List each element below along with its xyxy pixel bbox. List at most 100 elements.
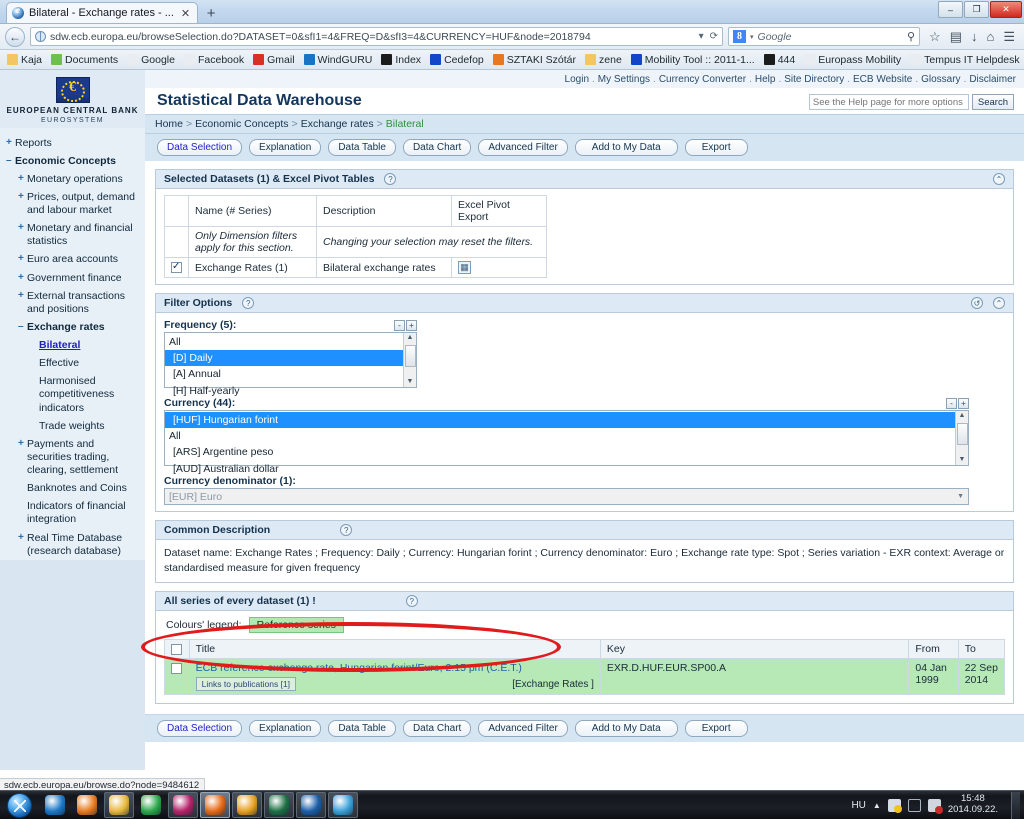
bookmark-item[interactable]: Google (124, 54, 178, 66)
taskbar-microsoft-outlook-icon[interactable] (232, 792, 262, 818)
toolbar-button-advanced-filter[interactable]: Advanced Filter (478, 139, 568, 156)
collapse-icon[interactable]: – (6, 155, 15, 168)
grow-button[interactable]: + (958, 398, 969, 409)
sidebar-item-indicators-of-financial-integration[interactable]: Indicators of financial integration (0, 498, 145, 529)
chevron-down-icon[interactable]: ▾ (699, 31, 704, 42)
maximize-button[interactable]: ❐ (964, 1, 989, 18)
breadcrumb-link-economic-concepts[interactable]: Economic Concepts (195, 118, 288, 130)
toolbar-button-data-selection[interactable]: Data Selection (157, 139, 243, 156)
sidebar-item-harmonised-competitiveness-indicators[interactable]: Harmonised competitiveness indicators (0, 373, 145, 417)
list-item[interactable]: All (165, 428, 968, 444)
bookmark-item[interactable]: SZTAKI Szótár (490, 54, 579, 66)
close-icon[interactable]: ✕ (179, 7, 192, 20)
bookmark-item[interactable]: Gmail (250, 54, 297, 66)
show-desktop-button[interactable] (1011, 791, 1020, 819)
language-indicator[interactable]: HU (851, 800, 865, 811)
dataset-checkbox[interactable] (171, 261, 182, 274)
sidebar-item-bilateral[interactable]: Bilateral (0, 337, 145, 355)
minimize-button[interactable]: – (938, 1, 963, 18)
taskbar-microsoft-word-icon[interactable] (296, 792, 326, 818)
shrink-button[interactable]: - (394, 320, 405, 331)
taskbar-google-chrome-icon[interactable] (136, 792, 166, 818)
reader-icon[interactable]: ▤ (950, 30, 962, 43)
sidebar-item-prices-output-demand-and-labour-market[interactable]: + Prices, output, demand and labour marke… (0, 188, 145, 219)
bookmark-item[interactable]: Tempus IT Helpdesk (907, 54, 1023, 66)
bookmark-item[interactable]: Cedefop (427, 54, 487, 66)
collapse-icon[interactable]: – (18, 321, 27, 334)
expand-icon[interactable]: + (6, 137, 15, 150)
sidebar-item-government-finance[interactable]: + Government finance (0, 269, 145, 287)
search-icon[interactable]: ⚲ (907, 30, 915, 43)
menu-icon[interactable]: ☰ (1003, 30, 1015, 43)
help-icon[interactable]: ? (405, 595, 418, 608)
toolbar-button-data-table[interactable]: Data Table (328, 720, 396, 738)
scroll-up-icon[interactable]: ▲ (407, 333, 414, 343)
topnav-link-currency-converter[interactable]: Currency Converter (659, 74, 746, 85)
list-item[interactable]: [AUD] Australian dollar (165, 461, 968, 477)
expand-icon[interactable]: + (18, 253, 27, 266)
breadcrumb-link-home[interactable]: Home (155, 118, 183, 130)
new-tab-button[interactable]: + (198, 3, 224, 23)
toolbar-button-data-chart[interactable]: Data Chart (402, 720, 472, 738)
bookmark-item[interactable]: Documents (48, 54, 121, 66)
collapse-icon[interactable]: ⌃ (993, 173, 1005, 185)
list-item[interactable]: [A] Annual (165, 366, 416, 382)
taskbar-windows-media-player-icon[interactable] (72, 792, 102, 818)
list-item[interactable]: [ARS] Argentine peso (165, 444, 968, 460)
download-icon[interactable]: ↓ (971, 30, 978, 43)
list-item[interactable]: All (165, 334, 416, 350)
tray-expand-icon[interactable]: ▲ (873, 801, 881, 810)
taskbar-paint-icon[interactable] (328, 792, 358, 818)
grow-button[interactable]: + (406, 320, 417, 331)
toolbar-button-data-chart[interactable]: Data Chart (402, 139, 472, 156)
taskbar-windows-explorer-icon[interactable] (104, 792, 134, 818)
search-button[interactable]: Search (971, 94, 1014, 110)
sidebar-item-exchange-rates[interactable]: – Exchange rates (0, 318, 145, 336)
series-checkbox[interactable] (171, 663, 182, 675)
bookmark-item[interactable]: Europass Mobility (801, 54, 904, 66)
frequency-scrollbar[interactable]: ▲ ▼ (403, 333, 416, 387)
help-icon[interactable]: ? (242, 297, 255, 309)
taskbar-microsoft-excel-icon[interactable] (264, 792, 294, 818)
sidebar-item-monetary-and-financial-statistics[interactable]: + Monetary and financial statistics (0, 220, 145, 251)
sidebar-item-payments-and-securities-trading-clearing-settlement[interactable]: + Payments and securities trading, cleari… (0, 435, 145, 479)
topnav-link-disclaimer[interactable]: Disclaimer (969, 74, 1016, 85)
toolbar-button-explanation[interactable]: Explanation (249, 139, 322, 156)
taskbar-mozilla-firefox-icon[interactable] (200, 792, 230, 818)
search-input[interactable] (808, 94, 969, 110)
topnav-link-ecb-website[interactable]: ECB Website (853, 74, 912, 85)
action-center-icon[interactable] (887, 798, 902, 813)
browser-tab[interactable]: Bilateral - Exchange rates - ... ✕ (6, 2, 199, 23)
sidebar-item-economic-concepts[interactable]: – Economic Concepts (0, 152, 145, 170)
expand-icon[interactable]: + (18, 532, 27, 558)
sidebar-item-real-time-database-research-database[interactable]: + Real Time Database (research database) (0, 529, 145, 560)
currency-scrollbar[interactable]: ▲ ▼ (955, 411, 968, 465)
toolbar-button-data-selection[interactable]: Data Selection (157, 720, 243, 738)
scroll-down-icon[interactable]: ▼ (407, 377, 414, 387)
expand-icon[interactable]: + (18, 438, 27, 477)
clock[interactable]: 15:48 2014.09.22. (948, 793, 1004, 816)
taskbar-microsoft-access-icon[interactable] (168, 792, 198, 818)
topnav-link-login[interactable]: Login (565, 74, 589, 85)
grid-icon[interactable]: ▦ (458, 261, 471, 274)
toolbar-button-export[interactable]: Export (684, 139, 748, 156)
network-icon[interactable] (907, 798, 921, 812)
star-icon[interactable]: ☆ (929, 30, 941, 43)
toolbar-button-export[interactable]: Export (684, 720, 748, 738)
scroll-down-icon[interactable]: ▼ (959, 455, 966, 465)
shrink-button[interactable]: - (946, 398, 957, 409)
sidebar-item-effective[interactable]: Effective (0, 355, 145, 373)
topnav-link-my-settings[interactable]: My Settings (598, 74, 650, 85)
back-button[interactable]: ← (5, 26, 25, 47)
sidebar-item-trade-weights[interactable]: Trade weights (0, 417, 145, 435)
select-all-checkbox[interactable] (171, 644, 182, 656)
toolbar-button-advanced-filter[interactable]: Advanced Filter (478, 720, 568, 738)
toolbar-button-add-to-my-data[interactable]: Add to My Data (574, 139, 678, 156)
bookmark-item[interactable]: Kaja (4, 54, 45, 66)
close-window-button[interactable]: ✕ (990, 1, 1022, 18)
help-icon[interactable]: ? (384, 173, 397, 185)
topnav-link-help[interactable]: Help (755, 74, 776, 85)
expand-icon[interactable]: + (18, 222, 27, 248)
toolbar-button-data-table[interactable]: Data Table (328, 139, 396, 156)
chevron-down-icon[interactable]: ▼ (957, 493, 964, 500)
